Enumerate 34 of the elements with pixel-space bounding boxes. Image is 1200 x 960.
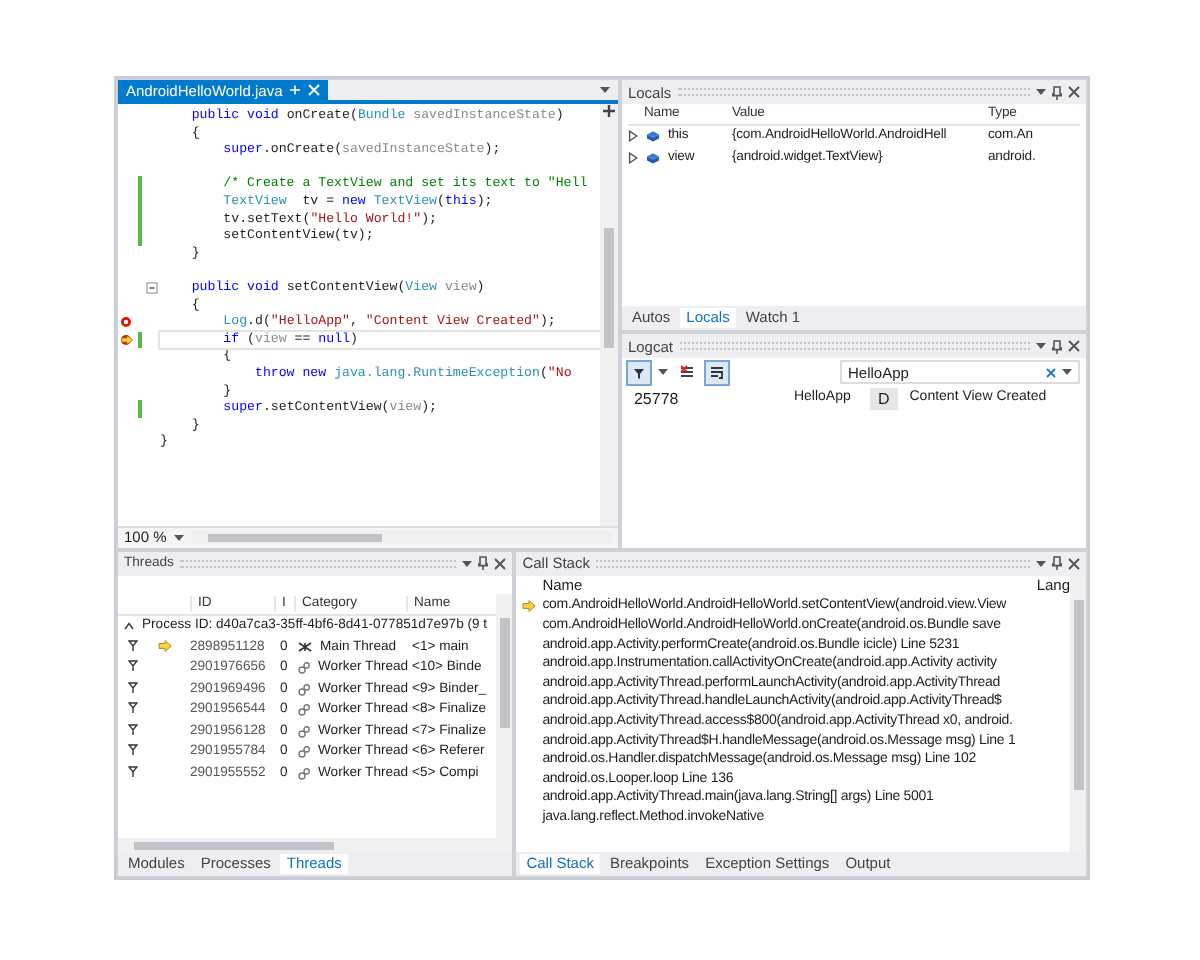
close-icon[interactable] bbox=[1068, 86, 1080, 98]
dropdown-icon[interactable] bbox=[1036, 342, 1046, 350]
dropdown-icon[interactable] bbox=[657, 368, 668, 376]
dropdown-icon[interactable] bbox=[1036, 88, 1046, 96]
scrollbar[interactable] bbox=[499, 617, 510, 728]
dropdown-icon[interactable] bbox=[174, 533, 185, 542]
filter-button[interactable] bbox=[627, 361, 650, 383]
close-icon[interactable] bbox=[494, 557, 507, 570]
dropdown-icon[interactable] bbox=[599, 86, 610, 94]
scrollbar[interactable] bbox=[134, 841, 334, 849]
word-wrap-button[interactable] bbox=[705, 361, 728, 383]
expand-icon[interactable] bbox=[627, 151, 638, 164]
split-icon[interactable] bbox=[601, 104, 616, 118]
dropdown-icon[interactable] bbox=[1062, 368, 1072, 376]
dropdown-icon[interactable] bbox=[1036, 559, 1046, 568]
scrollbar[interactable] bbox=[1073, 599, 1083, 790]
main-thread-icon bbox=[298, 642, 312, 653]
clear-icon[interactable] bbox=[1046, 367, 1056, 377]
dropdown-icon[interactable] bbox=[462, 559, 473, 568]
clear-list-icon bbox=[677, 363, 696, 381]
log-level: D bbox=[869, 387, 898, 411]
word-wrap-icon bbox=[707, 363, 726, 381]
breakpoint-icon[interactable] bbox=[120, 316, 133, 329]
object-icon bbox=[645, 130, 660, 143]
object-icon bbox=[645, 151, 660, 164]
log-pid: 25778 bbox=[633, 389, 681, 409]
close-icon[interactable] bbox=[1068, 340, 1080, 352]
expand-icon[interactable] bbox=[627, 130, 638, 143]
scrollbar[interactable] bbox=[603, 228, 614, 348]
filter-icon bbox=[629, 363, 648, 381]
clear-log-button[interactable] bbox=[675, 361, 698, 383]
close-icon[interactable] bbox=[1068, 557, 1080, 570]
collapse-icon[interactable] bbox=[124, 622, 134, 631]
scrollbar[interactable] bbox=[208, 533, 383, 542]
